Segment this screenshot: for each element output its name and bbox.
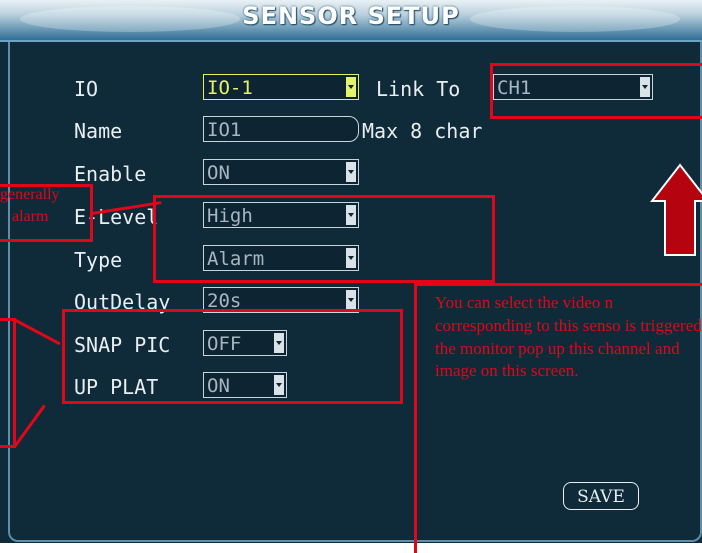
io-label: IO bbox=[74, 77, 99, 101]
enable-select[interactable]: ON bbox=[203, 159, 359, 185]
chevron-down-icon bbox=[346, 77, 356, 97]
link-to-highlight bbox=[490, 63, 702, 119]
e-level-type-highlight bbox=[153, 195, 495, 283]
name-input[interactable]: IO1 bbox=[203, 116, 359, 142]
left-note-line1: generally bbox=[0, 186, 60, 203]
snap-upplat-highlight bbox=[62, 309, 403, 404]
enable-value: ON bbox=[207, 162, 230, 184]
left-note-line2: alarm bbox=[12, 208, 49, 225]
chevron-down-icon bbox=[346, 290, 356, 310]
enable-label: Enable bbox=[74, 162, 147, 186]
name-value: IO1 bbox=[207, 119, 242, 141]
title-bar: SENSOR SETUP bbox=[0, 0, 702, 42]
left-edge-highlight bbox=[0, 318, 16, 448]
max-char-hint: Max 8 char bbox=[362, 119, 483, 143]
info-note-text: You can select the video n corresponding… bbox=[435, 293, 702, 381]
type-label: Type bbox=[74, 248, 123, 272]
io-select[interactable]: IO-1 bbox=[203, 74, 359, 100]
page-title: SENSOR SETUP bbox=[242, 2, 460, 30]
chevron-down-icon bbox=[346, 162, 356, 182]
arrow-up-icon bbox=[650, 163, 702, 256]
link-to-label: Link To bbox=[376, 77, 461, 101]
io-value: IO-1 bbox=[207, 77, 253, 99]
name-label: Name bbox=[74, 119, 123, 143]
